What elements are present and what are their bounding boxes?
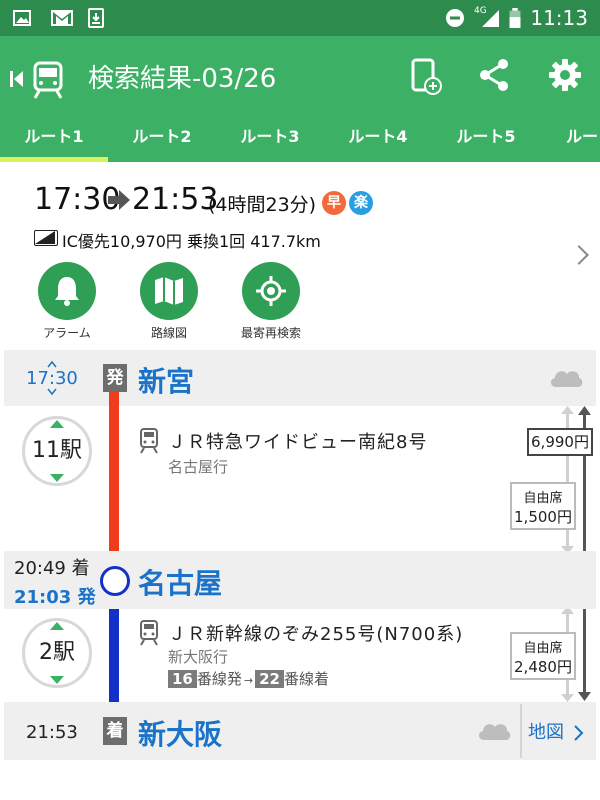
do-not-disturb-icon [446, 9, 464, 27]
expand-down-icon [50, 676, 64, 684]
summary-duration: (4時間23分) [208, 194, 317, 216]
train-icon [140, 620, 158, 646]
track-arrow-icon: → [243, 674, 254, 687]
time-up-chevron-icon [47, 360, 57, 368]
back-button[interactable] [8, 60, 78, 100]
leg1-fare-value: 1,500円 [514, 508, 572, 526]
tab-route-2[interactable]: ルート2 [108, 118, 216, 162]
origin-station-row[interactable] [4, 350, 596, 406]
leg1-fare-label: 自由席 [523, 491, 563, 506]
settings-gear-icon[interactable] [548, 58, 582, 92]
bell-icon [55, 277, 79, 306]
origin-station-name[interactable]: 新宮 [138, 360, 194, 400]
tab-route-6[interactable]: ルー [540, 118, 600, 162]
bracket-down-arrow-icon [561, 694, 574, 702]
gmail-icon [51, 10, 73, 26]
origin-time: 17:30 [26, 368, 78, 389]
train-logo-icon [33, 61, 63, 99]
transfer-node [100, 566, 130, 596]
app-bar: 検索結果-03/26 [0, 36, 600, 118]
leg1-stops-label: 11駅 [32, 438, 82, 463]
signal-icon [482, 10, 499, 27]
nearest-search-button[interactable] [242, 262, 300, 320]
bracket-up-arrow-icon [561, 406, 574, 414]
tab-route-5[interactable]: ルート5 [432, 118, 540, 162]
fast-badge: 早 [322, 191, 346, 215]
chevron-right-icon[interactable] [569, 245, 589, 265]
battery-icon [509, 8, 521, 28]
leg1-train-name: ＪＲ特急ワイドビュー南紀8号 [168, 432, 428, 453]
status-bar: 4G 11:13 [0, 0, 600, 36]
total-fare-box: 6,990円 [527, 428, 593, 456]
leg1-fare-box: 自由席 1,500円 [510, 482, 576, 530]
expand-down-icon [50, 474, 64, 482]
cloudy-weather-icon [550, 371, 583, 387]
alarm-label: アラーム [43, 326, 91, 340]
leg2-train-name: ＪＲ新幹線のぞみ255号(N700系) [168, 624, 464, 645]
divider [520, 704, 522, 758]
destination-station-name[interactable]: 新大阪 [138, 713, 222, 753]
total-fare-value: 6,990円 [531, 433, 589, 451]
download-icon [88, 8, 104, 28]
arrive-kind-label: 着 [103, 717, 127, 745]
leg2-track-info: 16 番線発 → 22 番線着 [168, 668, 329, 689]
leg2-fare-box: 自由席 2,480円 [510, 632, 576, 680]
leg2-destination: 新大阪行 [168, 648, 229, 666]
arrive-track-number: 22 [255, 670, 284, 688]
depart-kind-label: 発 [103, 364, 127, 392]
map-link[interactable]: 地図 [528, 718, 584, 744]
tab-route-3[interactable]: ルート3 [216, 118, 324, 162]
route-map-label: 路線図 [150, 326, 187, 340]
summary-info: IC優先10,970円 乗換1回 417.7km [62, 232, 321, 251]
back-arrow-icon [10, 71, 23, 87]
page-title: 検索結果-03/26 [88, 64, 277, 94]
expand-up-icon [50, 622, 64, 630]
destination-time: 21:53 [26, 722, 78, 743]
ic-card-icon [34, 230, 58, 246]
route-map-button[interactable] [140, 262, 198, 320]
leg2-fare-label: 自由席 [523, 641, 563, 656]
share-icon[interactable] [478, 58, 510, 92]
train-icon [140, 428, 158, 454]
leg1-destination: 名古屋行 [168, 458, 229, 476]
transfer-depart-time: 21:03 発 [14, 587, 96, 608]
route-tabs: ルート1 ルート2 ルート3 ルート4 ルート5 ルー [0, 118, 600, 162]
tab-route-1[interactable]: ルート1 [0, 118, 108, 162]
alarm-button[interactable] [38, 262, 96, 320]
chevron-right-icon [574, 725, 584, 741]
total-down-arrow-icon [578, 692, 591, 701]
leg2-fare-value: 2,480円 [514, 658, 572, 676]
total-up-arrow-icon [578, 406, 591, 415]
transfer-station-name[interactable]: 名古屋 [138, 562, 222, 602]
image-notification-icon [13, 10, 31, 26]
tab-route-4[interactable]: ルート4 [324, 118, 432, 162]
locate-icon [256, 276, 286, 306]
map-icon [155, 277, 183, 305]
arrive-track-label: 番線着 [283, 670, 329, 688]
time-down-chevron-icon [47, 388, 57, 396]
arrow-right-icon [108, 190, 130, 210]
nearest-search-label: 最寄再検索 [240, 326, 301, 340]
cloudy-weather-icon [478, 724, 511, 740]
clock: 11:13 [530, 6, 588, 30]
summary-arrive-time: 21:53 [132, 182, 219, 217]
transfer-arrive-time: 20:49 着 [14, 558, 90, 579]
expand-up-icon [50, 420, 64, 428]
depart-track-number: 16 [168, 670, 197, 688]
add-to-device-icon[interactable] [410, 58, 442, 96]
depart-track-label: 番線発 [196, 670, 242, 688]
map-link-label: 地図 [528, 722, 564, 743]
easy-badge: 楽 [349, 191, 373, 215]
leg2-stops-label: 2駅 [39, 640, 75, 665]
